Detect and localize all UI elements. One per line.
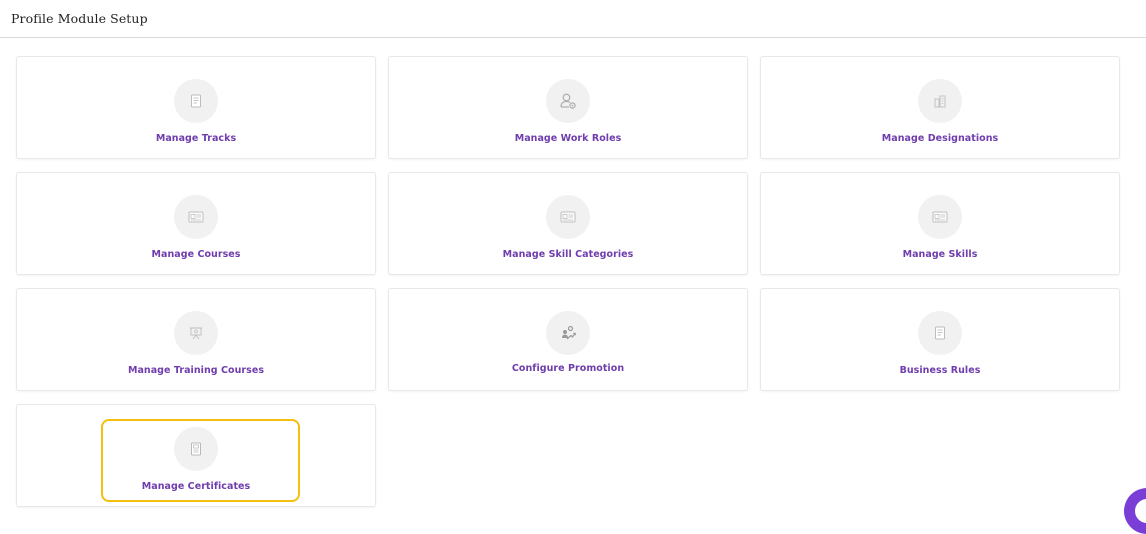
card-manage-skills[interactable]: Manage Skills: [760, 172, 1120, 275]
card-label: Configure Promotion: [511, 363, 625, 374]
promotion-growth-icon: [546, 311, 590, 355]
top-bar: Profile Module Setup: [0, 0, 1146, 38]
card-business-rules[interactable]: Business Rules: [760, 288, 1120, 391]
card-manage-skill-categories[interactable]: Manage Skill Categories: [388, 172, 748, 275]
card-manage-training-courses[interactable]: Manage Training Courses: [16, 288, 376, 391]
id-card-icon: [174, 195, 218, 239]
card-manage-certificates[interactable]: Manage Certificates: [16, 404, 376, 507]
card-label: Manage Tracks: [155, 133, 237, 144]
certificate-icon: [174, 427, 218, 471]
user-settings-icon: [546, 79, 590, 123]
document-icon: [918, 311, 962, 355]
card-label: Manage Designations: [881, 133, 999, 144]
chat-icon: [1135, 499, 1146, 523]
presentation-board-icon: [174, 311, 218, 355]
card-configure-promotion[interactable]: Configure Promotion: [388, 288, 748, 391]
card-label: Manage Training Courses: [127, 365, 265, 376]
card-manage-tracks[interactable]: Manage Tracks: [16, 56, 376, 159]
id-card-icon: [546, 195, 590, 239]
card-label: Manage Skill Categories: [502, 249, 634, 260]
card-manage-work-roles[interactable]: Manage Work Roles: [388, 56, 748, 159]
document-icon: [174, 79, 218, 123]
card-label: Manage Certificates: [141, 481, 251, 492]
card-manage-designations[interactable]: Manage Designations: [760, 56, 1120, 159]
id-card-icon: [918, 195, 962, 239]
buildings-icon: [918, 79, 962, 123]
card-label: Manage Courses: [151, 249, 241, 260]
card-label: Manage Work Roles: [514, 133, 622, 144]
card-label: Manage Skills: [902, 249, 978, 260]
card-manage-courses[interactable]: Manage Courses: [16, 172, 376, 275]
page-title: Profile Module Setup: [11, 11, 148, 26]
card-label: Business Rules: [899, 365, 981, 376]
chat-button[interactable]: [1124, 488, 1146, 534]
